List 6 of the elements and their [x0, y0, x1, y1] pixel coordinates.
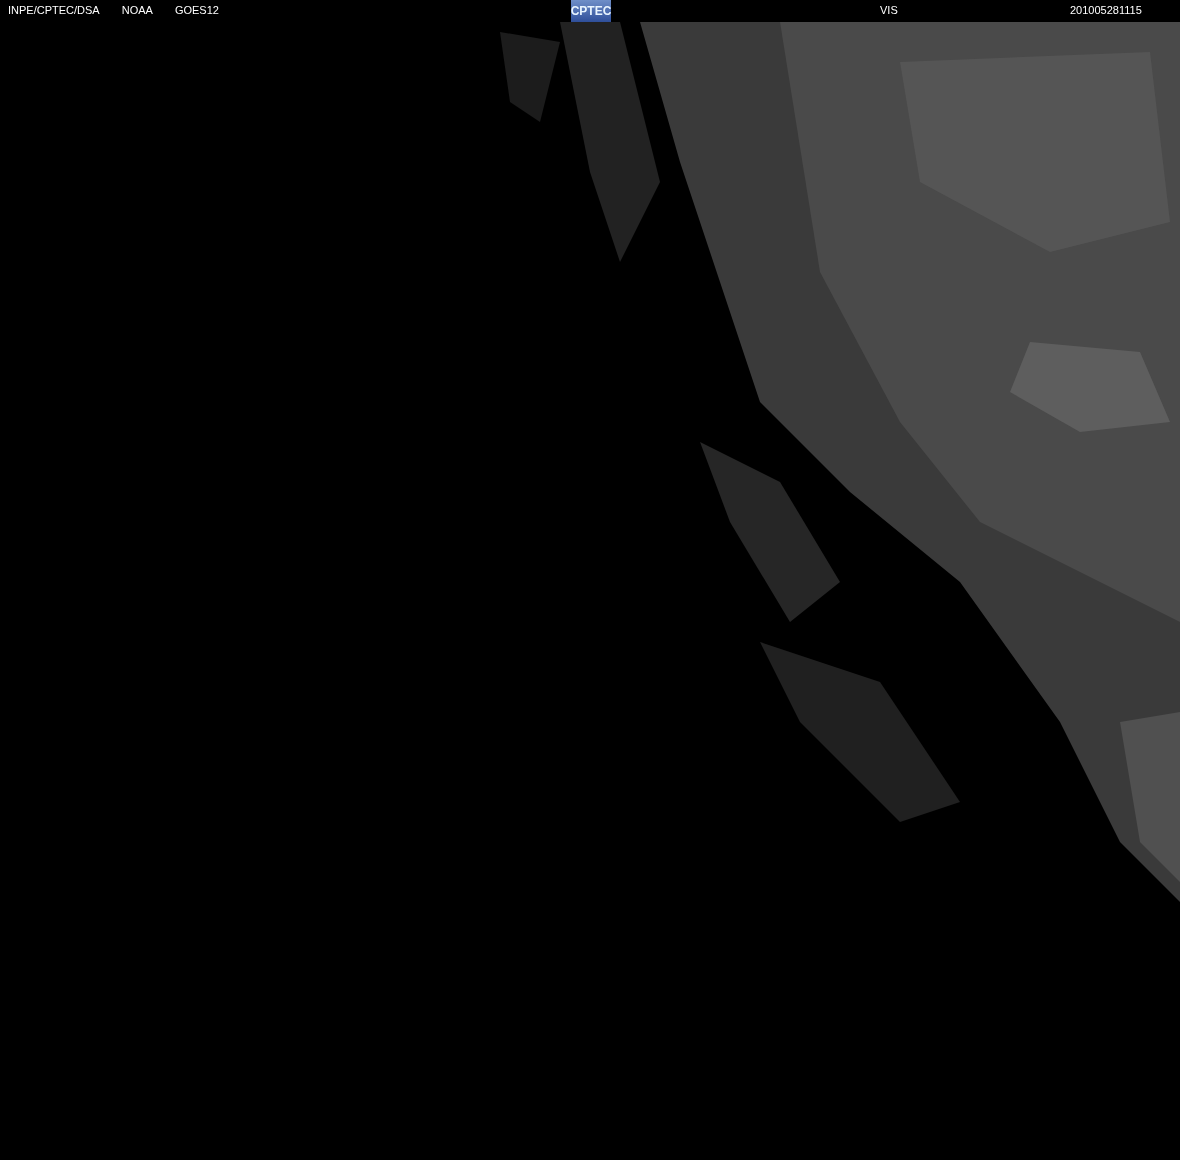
channel-label: VIS — [880, 5, 898, 16]
header-label: INPE/CPTEC/DSA — [8, 5, 100, 16]
logo: CPTEC — [571, 0, 611, 22]
header-label: GOES12 — [174, 5, 219, 16]
header-label: NOAA — [121, 5, 153, 16]
timestamp: 201005281115 — [1070, 5, 1142, 16]
